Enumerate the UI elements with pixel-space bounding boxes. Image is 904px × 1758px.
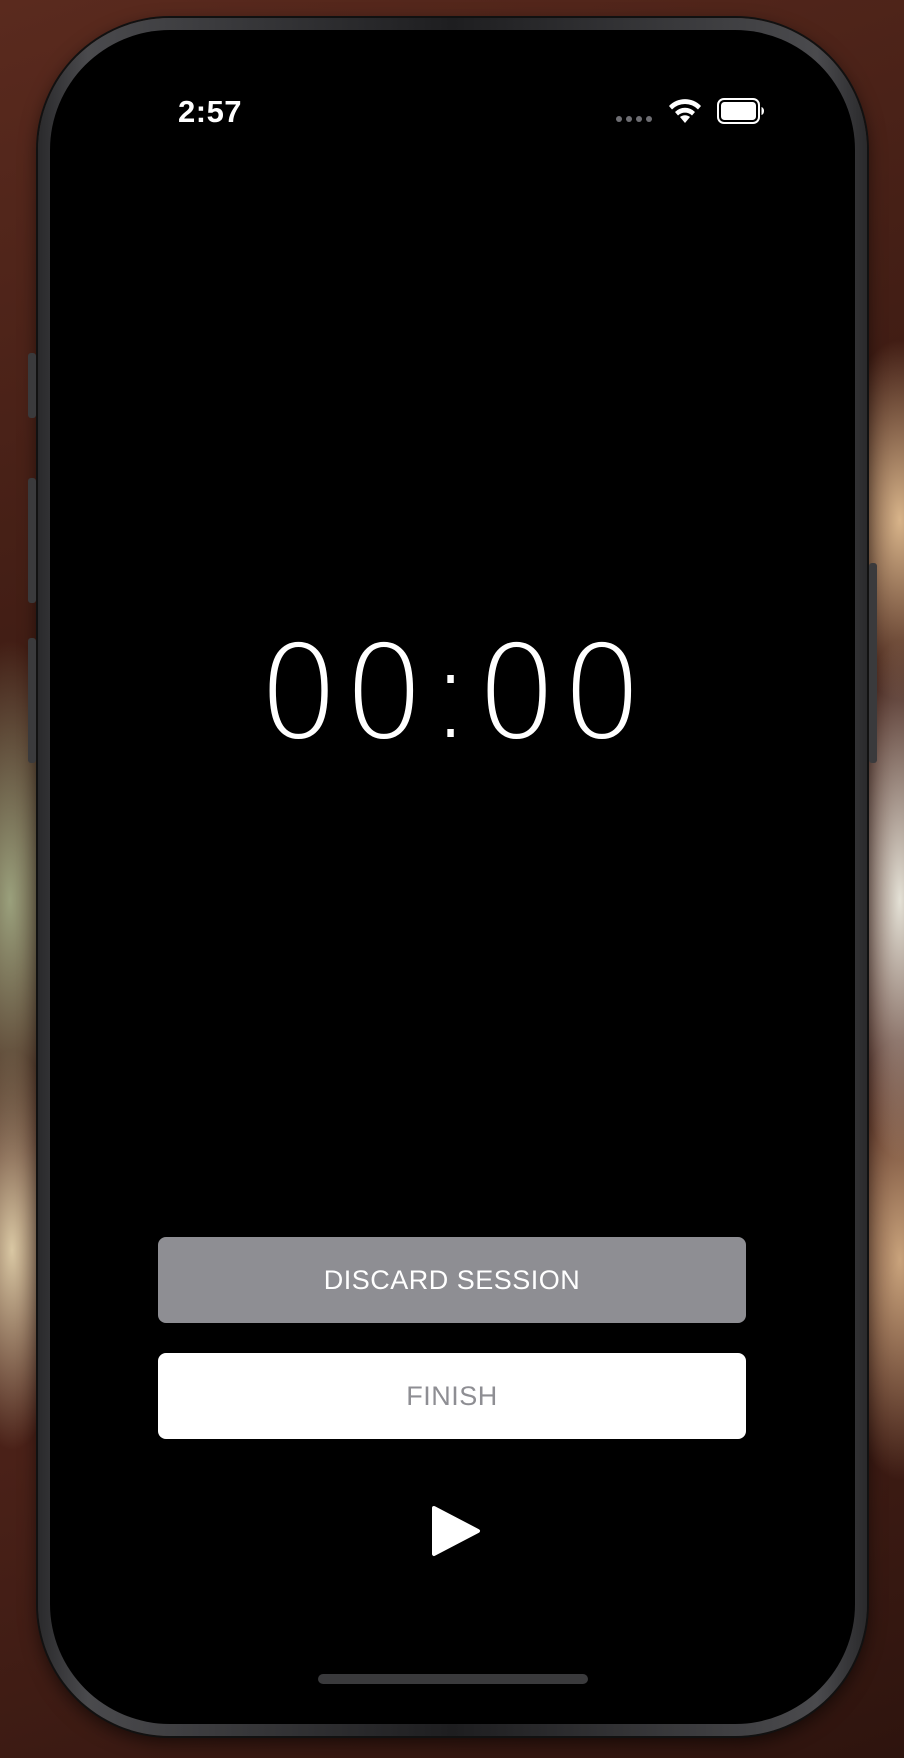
finish-label: FINISH — [406, 1380, 498, 1411]
cellular-signal-icon — [616, 116, 652, 122]
status-bar-time: 2:57 — [178, 94, 243, 129]
discard-session-label: DISCARD SESSION — [323, 1264, 581, 1295]
side-button-power — [869, 563, 877, 763]
app-screen: 2:57 00:00 DISCARD SESSION FINISH — [50, 30, 855, 1724]
battery-icon — [717, 98, 764, 124]
play-icon[interactable] — [428, 1504, 482, 1558]
discard-session-button[interactable]: DISCARD SESSION — [158, 1237, 746, 1323]
finish-button[interactable]: FINISH — [158, 1353, 746, 1439]
side-button-volume-down — [28, 638, 36, 763]
side-button-volume-up — [28, 478, 36, 603]
wifi-icon — [669, 99, 701, 123]
session-timer: 00:00 — [258, 619, 647, 768]
side-button-silent — [28, 353, 36, 418]
home-indicator[interactable] — [318, 1674, 588, 1684]
